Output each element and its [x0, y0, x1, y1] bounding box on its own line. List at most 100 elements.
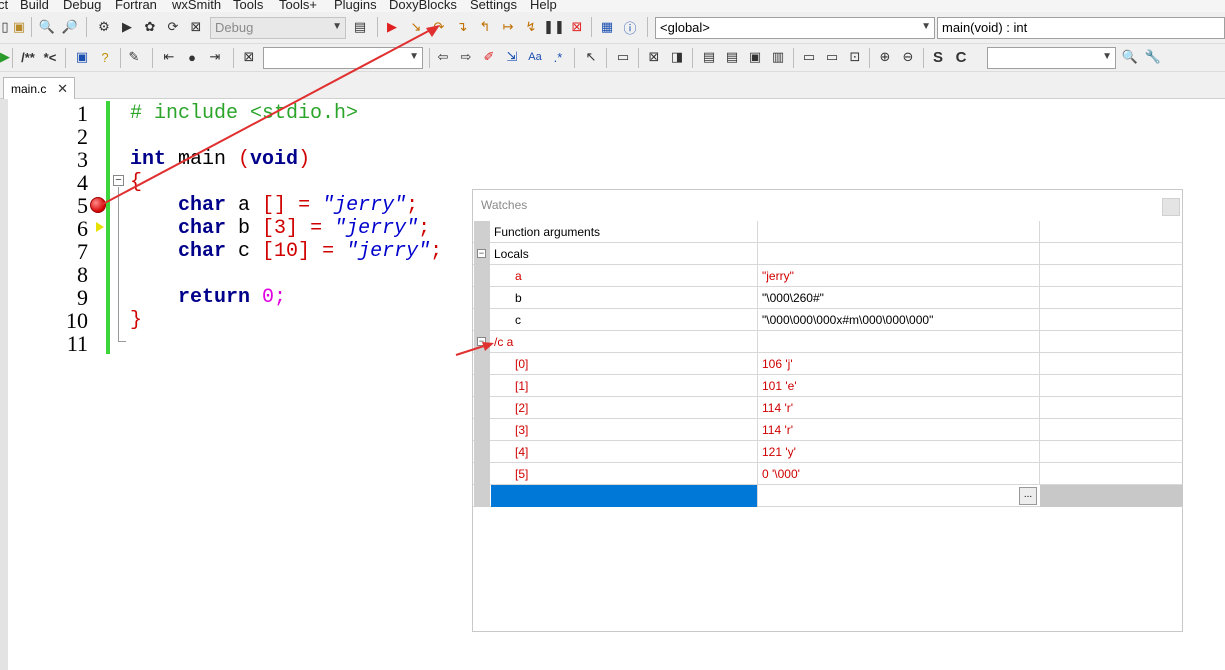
menu-plugins[interactable]: Plugins	[334, 0, 377, 12]
tab-main-c[interactable]: main.c ✕	[3, 77, 75, 99]
menu-fortran[interactable]: Fortran	[115, 0, 157, 12]
next-instruction-icon[interactable]: ↦	[499, 18, 517, 36]
breakpoint-marker[interactable]	[90, 197, 106, 213]
next-bookmark-icon[interactable]: ⇥	[206, 48, 224, 66]
build-log-icon[interactable]: ▤	[351, 18, 369, 36]
break-icon[interactable]: ❚❚	[543, 18, 565, 36]
watches-grid: Function arguments − Locals a "jerry" b "\000\…	[473, 221, 1183, 507]
selection-icon[interactable]: ⇲	[503, 48, 521, 66]
search-icon[interactable]: 🔍	[1121, 48, 1139, 66]
comment-button[interactable]: /**	[17, 48, 39, 66]
layout4-icon[interactable]: ▥	[769, 48, 787, 66]
replace-icon[interactable]: 🔎	[61, 18, 79, 36]
c-icon[interactable]: C	[952, 48, 970, 66]
chevron-down-icon: ▼	[409, 51, 419, 62]
run-icon[interactable]: ▶	[118, 18, 136, 36]
function-combo[interactable]: main(void) : int	[937, 17, 1225, 39]
watch-row[interactable]: c "\000\000\000x#m\000\000\000"	[473, 309, 1183, 331]
watch-row[interactable]: −/c a	[473, 331, 1183, 353]
toggle-bookmark-icon[interactable]: ●	[183, 48, 201, 66]
step-instruction-icon[interactable]: ↯	[522, 18, 540, 36]
collapse-icon[interactable]: −	[477, 337, 486, 346]
watch-row[interactable]: [3] 114 'r'	[473, 419, 1183, 441]
regex-icon[interactable]: .*	[549, 48, 567, 66]
step-out-icon[interactable]: ↰	[476, 18, 494, 36]
box1-icon[interactable]: ▭	[800, 48, 818, 66]
fold-toggle[interactable]: −	[113, 175, 124, 186]
rect-icon[interactable]: ▭	[614, 48, 632, 66]
zoom-in-icon[interactable]: ⊕	[876, 48, 894, 66]
watches-close-button[interactable]	[1162, 198, 1180, 216]
prev-bookmark-icon[interactable]: ⇤	[160, 48, 178, 66]
stop-debug-icon[interactable]: ⊠	[568, 18, 586, 36]
search-combo[interactable]: ▼	[263, 47, 423, 69]
layout1-icon[interactable]: ▤	[700, 48, 718, 66]
code-line-10: }	[130, 309, 143, 332]
close-icon[interactable]: ✕	[57, 81, 68, 97]
watch-name: a	[515, 269, 522, 283]
debug-icon[interactable]: ▶	[383, 18, 401, 36]
watch-row[interactable]: [0] 106 'j'	[473, 353, 1183, 375]
watch-row[interactable]: a "jerry"	[473, 265, 1183, 287]
arrow-left-icon[interactable]: ⇦	[434, 48, 452, 66]
box3-icon[interactable]: ⊡	[846, 48, 864, 66]
find-combo[interactable]: ▼	[987, 47, 1116, 69]
next-line-icon[interactable]: ↷	[430, 18, 448, 36]
menu-build[interactable]: Build	[20, 0, 49, 12]
run-to-cursor-icon[interactable]: ↘	[407, 18, 425, 36]
match-case-icon[interactable]: Aa	[526, 48, 544, 66]
line-number: 1	[77, 101, 88, 126]
menu-tools[interactable]: Tools	[233, 0, 263, 12]
zoom-out-icon[interactable]: ⊖	[899, 48, 917, 66]
watch-value: 0 '\000'	[762, 467, 800, 481]
find-icon[interactable]: 🔍	[38, 18, 56, 36]
edit-watch-button[interactable]: ...	[1019, 487, 1037, 505]
build-run-icon[interactable]: ✿	[141, 18, 159, 36]
function-value: main(void) : int	[942, 20, 1028, 35]
box2-icon[interactable]: ▭	[823, 48, 841, 66]
s-icon[interactable]: S	[929, 48, 947, 66]
build-target-combo[interactable]: Debug ▼	[210, 17, 346, 39]
menu-wxsmith[interactable]: wxSmith	[172, 0, 221, 12]
watch-row[interactable]: b "\000\260#"	[473, 287, 1183, 309]
menu-tools-plus[interactable]: Tools+	[279, 0, 317, 12]
line-number: 6	[77, 216, 88, 241]
settings-icon[interactable]: ⚙	[95, 18, 113, 36]
wrench-icon[interactable]: ✎	[125, 48, 143, 66]
tools-icon[interactable]: 🔧	[1144, 48, 1162, 66]
paste-icon[interactable]: ▣	[10, 18, 28, 36]
debug-windows-icon[interactable]: ▦	[598, 18, 616, 36]
menu-help[interactable]: Help	[530, 0, 557, 12]
code-completion-icon[interactable]: ⊠	[240, 48, 258, 66]
info-icon[interactable]: ⓘ	[621, 18, 639, 36]
menu-settings[interactable]: Settings	[470, 0, 517, 12]
rebuild-icon[interactable]: ⟳	[164, 18, 182, 36]
watch-row[interactable]: [2] 114 'r'	[473, 397, 1183, 419]
watch-row[interactable]: [1] 101 'e'	[473, 375, 1183, 397]
code-line-3: int main (void)	[130, 148, 311, 171]
uncomment-button[interactable]: *<	[41, 48, 59, 66]
watch-row[interactable]: [4] 121 'y'	[473, 441, 1183, 463]
split-icon[interactable]: ◨	[668, 48, 686, 66]
layout3-icon[interactable]: ▣	[746, 48, 764, 66]
stop-build-icon[interactable]: ⊠	[187, 18, 205, 36]
line-number: 10	[66, 308, 88, 333]
arrow-right-icon[interactable]: ⇨	[457, 48, 475, 66]
envelope-icon[interactable]: ⊠	[645, 48, 663, 66]
watch-row[interactable]: [5] 0 '\000'	[473, 463, 1183, 485]
menu-doxyblocks[interactable]: DoxyBlocks	[389, 0, 457, 12]
menu-debug[interactable]: Debug	[63, 0, 101, 12]
new-watch-input[interactable]	[491, 485, 757, 507]
highlight-icon[interactable]: ✐	[480, 48, 498, 66]
doxy-icon[interactable]: ▣	[73, 48, 91, 66]
pointer-icon[interactable]: ↖	[582, 48, 600, 66]
watch-row[interactable]: Function arguments	[473, 221, 1183, 243]
new-watch-row[interactable]: ...	[473, 485, 1183, 507]
step-into-icon[interactable]: ↴	[453, 18, 471, 36]
menu-project[interactable]: ct	[0, 0, 8, 12]
layout2-icon[interactable]: ▤	[723, 48, 741, 66]
collapse-icon[interactable]: −	[477, 249, 486, 258]
watch-row[interactable]: − Locals	[473, 243, 1183, 265]
help-icon[interactable]: ?	[96, 48, 114, 66]
scope-combo[interactable]: <global> ▼	[655, 17, 935, 39]
